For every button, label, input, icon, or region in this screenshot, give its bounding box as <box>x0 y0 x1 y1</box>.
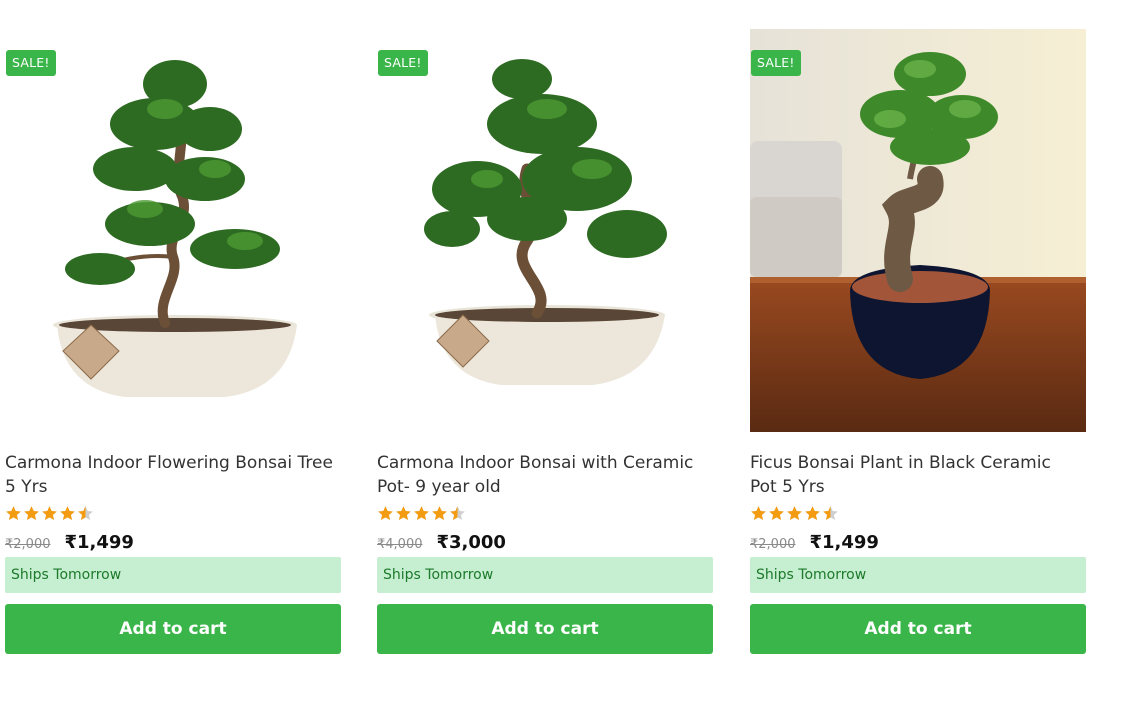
star-icon <box>414 506 429 520</box>
original-price: ₹2,000 <box>750 537 796 552</box>
star-icon <box>450 506 465 520</box>
product-title[interactable]: Carmona Indoor Flowering Bonsai Tree 5 Y… <box>5 451 335 499</box>
star-icon <box>78 506 93 520</box>
product-grid: SALE! Carmona Indoor Flowering Bonsai Tr… <box>0 0 1138 702</box>
add-to-cart-button[interactable]: Add to cart <box>377 604 713 654</box>
price-row: ₹2,000 ₹1,499 <box>750 532 1086 556</box>
product-card: SALE! Carmona Indoor Flowering Bonsai Tr… <box>5 29 341 654</box>
original-price: ₹2,000 <box>5 537 51 552</box>
original-price: ₹4,000 <box>377 537 423 552</box>
shipping-info: Ships Tomorrow <box>5 557 341 593</box>
star-icon <box>432 506 447 520</box>
star-icon <box>787 506 802 520</box>
sale-badge: SALE! <box>378 50 428 76</box>
star-icon <box>24 506 39 520</box>
star-icon <box>396 506 411 520</box>
star-icon <box>751 506 766 520</box>
rating-stars <box>5 505 341 523</box>
product-card: SALE! Ficus Bonsai Plant in Black Cerami… <box>750 29 1086 654</box>
sale-price: ₹1,499 <box>64 532 134 553</box>
star-icon <box>378 506 393 520</box>
product-image-link[interactable]: SALE! <box>750 29 1086 432</box>
product-image <box>750 29 1086 432</box>
price-row: ₹2,000 ₹1,499 <box>5 532 341 556</box>
product-image-link[interactable]: SALE! <box>377 29 713 432</box>
star-icon <box>6 506 21 520</box>
product-image <box>53 60 297 397</box>
product-card: SALE! Carmona Indoor Bonsai with Ceramic… <box>377 29 713 654</box>
product-image-link[interactable]: SALE! <box>5 29 341 432</box>
sale-badge: SALE! <box>751 50 801 76</box>
add-to-cart-button[interactable]: Add to cart <box>5 604 341 654</box>
product-title[interactable]: Carmona Indoor Bonsai with Ceramic Pot- … <box>377 451 707 499</box>
star-icon <box>60 506 75 520</box>
rating-stars <box>750 505 1086 523</box>
sale-price: ₹3,000 <box>436 532 506 553</box>
price-row: ₹4,000 ₹3,000 <box>377 532 713 556</box>
add-to-cart-button[interactable]: Add to cart <box>750 604 1086 654</box>
sale-badge: SALE! <box>6 50 56 76</box>
rating-stars <box>377 505 713 523</box>
shipping-info: Ships Tomorrow <box>377 557 713 593</box>
star-icon <box>805 506 820 520</box>
star-icon <box>823 506 838 520</box>
product-image <box>424 59 667 385</box>
sale-price: ₹1,499 <box>809 532 879 553</box>
product-title[interactable]: Ficus Bonsai Plant in Black Ceramic Pot … <box>750 451 1080 499</box>
star-icon <box>769 506 784 520</box>
star-icon <box>42 506 57 520</box>
shipping-info: Ships Tomorrow <box>750 557 1086 593</box>
